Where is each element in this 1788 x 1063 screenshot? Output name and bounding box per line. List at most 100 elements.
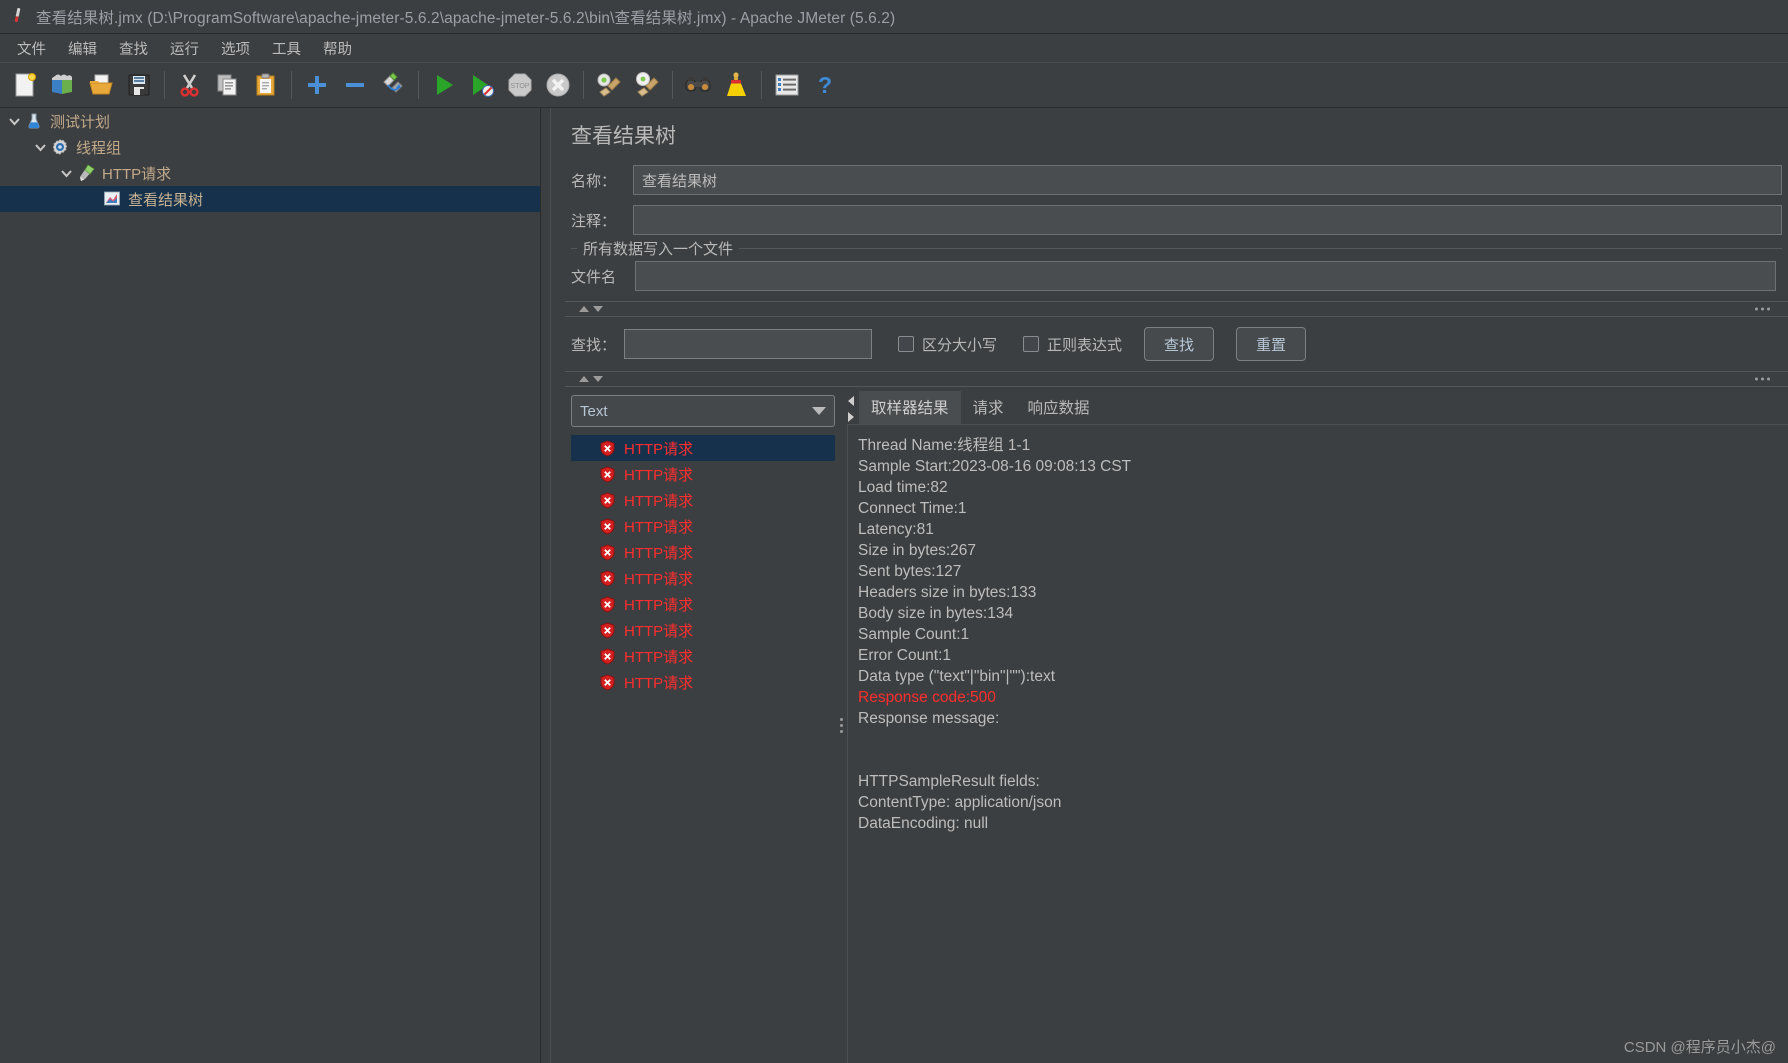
splitter-middle[interactable]: [565, 371, 1788, 387]
sample-result-list[interactable]: HTTP请求 HTTP请求 HTTP请求 HTTP请求 HTTP请求 HTTP请…: [571, 435, 835, 1063]
title-bar: 查看结果树.jmx (D:\ProgramSoftware\apache-jme…: [0, 0, 1788, 34]
tab-request[interactable]: 请求: [961, 391, 1016, 424]
chevron-down-icon[interactable]: [30, 137, 50, 157]
menu-options[interactable]: 选项: [210, 36, 261, 61]
start-no-timers-icon[interactable]: [463, 66, 501, 104]
tree-node-test-plan[interactable]: 测试计划: [0, 108, 540, 134]
collapse-down-icon[interactable]: [593, 306, 603, 312]
case-sensitive-checkbox-wrap[interactable]: 区分大小写: [898, 334, 997, 355]
window-title: 查看结果树.jmx (D:\ProgramSoftware\apache-jme…: [36, 9, 896, 27]
splitter-arrows[interactable]: [579, 306, 603, 312]
list-item[interactable]: HTTP请求: [571, 669, 835, 695]
toolbar-separator: [761, 71, 762, 99]
tab-response-data[interactable]: 响应数据: [1016, 391, 1102, 424]
splitter-grip[interactable]: [1755, 307, 1770, 311]
error-shield-icon: [599, 543, 616, 561]
list-item-label: HTTP请求: [624, 440, 694, 458]
menu-file[interactable]: 文件: [6, 36, 57, 61]
stop-icon[interactable]: STOP: [501, 66, 539, 104]
filename-input[interactable]: [635, 261, 1776, 291]
splitter-grip[interactable]: [1755, 377, 1770, 381]
search-icon[interactable]: [679, 66, 717, 104]
detail-line-blank: [858, 750, 1788, 771]
renderer-select[interactable]: Text: [571, 395, 835, 427]
collapse-up-icon[interactable]: [579, 306, 589, 312]
detail-line: Connect Time:1: [858, 500, 967, 517]
svg-text:?: ?: [818, 72, 832, 98]
tree-node-thread-group[interactable]: 线程组: [0, 134, 540, 160]
menu-tools[interactable]: 工具: [261, 36, 312, 61]
chevron-right-icon[interactable]: [848, 412, 854, 422]
chevron-down-icon[interactable]: [4, 111, 24, 131]
sampler-result-text[interactable]: Thread Name:线程组 1-1 Sample Start:2023-08…: [847, 425, 1788, 1063]
menu-edit[interactable]: 编辑: [57, 36, 108, 61]
detail-line: DataEncoding: null: [858, 815, 989, 832]
list-item[interactable]: HTTP请求: [571, 461, 835, 487]
tab-scroll-arrows[interactable]: [847, 392, 859, 424]
search-input[interactable]: [624, 329, 873, 359]
cut-icon[interactable]: [171, 66, 209, 104]
test-plan-tree[interactable]: 测试计划 线程组 HTTP请求 查看结果树: [0, 108, 541, 1063]
copy-icon[interactable]: [209, 66, 247, 104]
list-item[interactable]: HTTP请求: [571, 643, 835, 669]
expand-all-icon[interactable]: [298, 66, 336, 104]
reset-button[interactable]: 重置: [1236, 327, 1307, 361]
case-sensitive-checkbox[interactable]: [898, 336, 915, 352]
error-shield-icon: [599, 465, 616, 483]
clear-icon[interactable]: [590, 66, 628, 104]
detail-line: Headers size in bytes:133: [858, 584, 1037, 601]
chevron-down-icon[interactable]: [56, 163, 76, 183]
shutdown-icon[interactable]: [539, 66, 577, 104]
toggle-icon[interactable]: [374, 66, 412, 104]
list-item[interactable]: HTTP请求: [571, 435, 835, 461]
element-config-panel: 查看结果树 名称： 注释： 所有数据写入一个文件 文件名: [541, 108, 1788, 1063]
list-item-label: HTTP请求: [624, 596, 694, 614]
collapse-up-icon[interactable]: [579, 376, 589, 382]
clear-all-icon[interactable]: [628, 66, 666, 104]
list-item[interactable]: HTTP请求: [571, 591, 835, 617]
search-label: 查找：: [571, 336, 617, 354]
collapse-down-icon[interactable]: [593, 376, 603, 382]
chevron-left-icon[interactable]: [848, 396, 854, 406]
list-item[interactable]: HTTP请求: [571, 617, 835, 643]
comment-input[interactable]: [633, 205, 1782, 235]
vertical-splitter-grip[interactable]: [839, 717, 843, 733]
vertical-splitter[interactable]: [835, 387, 847, 1063]
save-icon[interactable]: [120, 66, 158, 104]
list-item-label: HTTP请求: [624, 648, 694, 666]
menu-help[interactable]: 帮助: [312, 36, 363, 61]
open-icon[interactable]: [82, 66, 120, 104]
tree-node-view-results-tree[interactable]: 查看结果树: [0, 186, 540, 212]
templates-icon[interactable]: [44, 66, 82, 104]
chevron-down-icon[interactable]: [812, 407, 826, 415]
collapse-all-icon[interactable]: [336, 66, 374, 104]
regex-checkbox[interactable]: [1023, 336, 1040, 352]
menu-search[interactable]: 查找: [108, 36, 159, 61]
paste-icon[interactable]: [247, 66, 285, 104]
tab-scroll-icons[interactable]: [848, 396, 854, 422]
menu-run[interactable]: 运行: [159, 36, 210, 61]
list-item[interactable]: HTTP请求: [571, 487, 835, 513]
function-helper-icon[interactable]: [768, 66, 806, 104]
tree-node-http-request[interactable]: HTTP请求: [0, 160, 540, 186]
regex-checkbox-wrap[interactable]: 正则表达式: [1023, 334, 1122, 355]
list-item[interactable]: HTTP请求: [571, 539, 835, 565]
splitter-arrows[interactable]: [579, 376, 603, 382]
find-button[interactable]: 查找: [1144, 327, 1215, 361]
case-sensitive-label: 区分大小写: [922, 336, 998, 354]
toolbar-separator: [672, 71, 673, 99]
tab-sampler-result[interactable]: 取样器结果: [859, 391, 961, 424]
splitter-top[interactable]: [565, 301, 1788, 317]
search-reset-icon[interactable]: [717, 66, 755, 104]
toolbar-separator: [164, 71, 165, 99]
list-item[interactable]: HTTP请求: [571, 513, 835, 539]
tree-node-label: 查看结果树: [128, 191, 204, 209]
help-icon[interactable]: ?: [806, 66, 844, 104]
filename-label: 文件名: [571, 268, 617, 286]
group-title: 所有数据写入一个文件: [577, 238, 740, 259]
name-input[interactable]: [633, 165, 1782, 195]
new-icon[interactable]: [6, 66, 44, 104]
start-icon[interactable]: [425, 66, 463, 104]
thread-group-icon: [50, 137, 70, 157]
list-item[interactable]: HTTP请求: [571, 565, 835, 591]
